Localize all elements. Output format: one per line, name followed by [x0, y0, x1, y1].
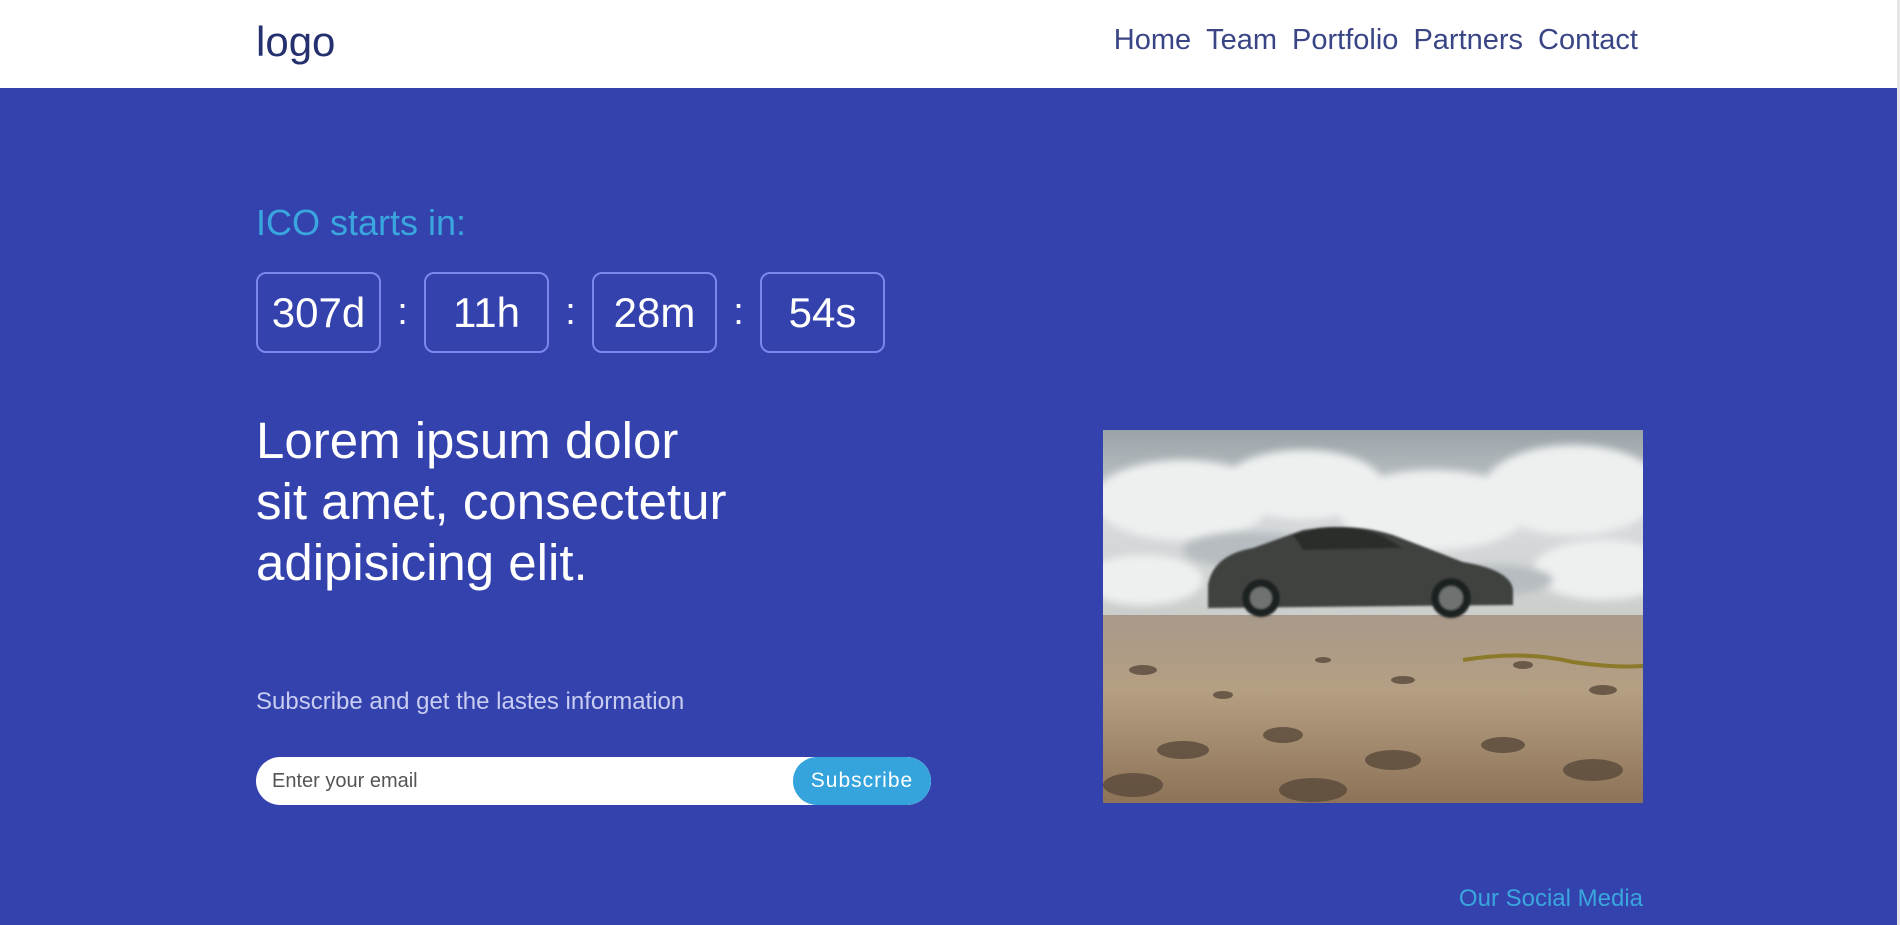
nav-contact[interactable]: Contact [1538, 24, 1638, 57]
countdown-timer: 307d : 11h : 28m : 54s [256, 272, 885, 353]
photo-image [1103, 430, 1643, 803]
countdown-separator: : [565, 291, 576, 333]
headline-line-3: adipisicing elit. [256, 534, 588, 591]
email-input[interactable] [256, 757, 793, 805]
nav-home[interactable]: Home [1114, 24, 1191, 57]
countdown-separator: : [397, 291, 408, 333]
logo[interactable]: logo [256, 18, 335, 66]
social-media-link[interactable]: Our Social Media [1459, 885, 1643, 913]
headline-line-2: sit amet, consectetur [256, 473, 727, 530]
countdown-hours: 11h [424, 272, 549, 353]
nav-portfolio[interactable]: Portfolio [1292, 24, 1398, 57]
nav-partners[interactable]: Partners [1413, 24, 1523, 57]
countdown-separator: : [733, 291, 744, 333]
car-on-beach-photo [1103, 430, 1643, 803]
main-nav: Home Team Portfolio Partners Contact [1114, 24, 1638, 57]
nav-team[interactable]: Team [1206, 24, 1277, 57]
countdown-minutes: 28m [592, 272, 717, 353]
ico-countdown-label: ICO starts in: [256, 202, 467, 243]
subscribe-description: Subscribe and get the lastes information [256, 688, 685, 715]
hero-headline: Lorem ipsum dolor sit amet, consectetur … [256, 410, 816, 593]
site-header: logo Home Team Portfolio Partners Contac… [0, 0, 1897, 88]
subscribe-form: Subscribe [256, 757, 931, 805]
subscribe-button[interactable]: Subscribe [793, 757, 931, 805]
headline-line-1: Lorem ipsum dolor [256, 412, 679, 469]
countdown-seconds: 54s [760, 272, 885, 353]
countdown-days: 307d [256, 272, 381, 353]
